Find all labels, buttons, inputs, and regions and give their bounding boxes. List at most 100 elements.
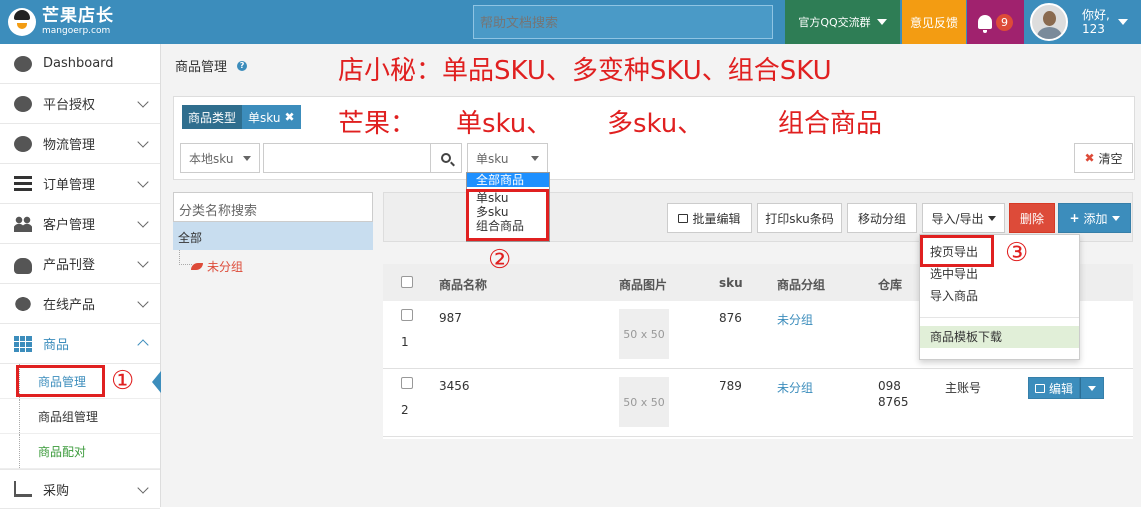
sku-search-input[interactable] [263, 143, 431, 173]
warehouse-line2: 8765 [878, 395, 909, 409]
clear-button[interactable]: ✖ 清空 [1074, 143, 1133, 173]
logo[interactable]: 芒果店长 mangoerp.com [8, 4, 158, 40]
table-row: 2 3456 50 x 50 789 未分组 098 8765 主账号 编辑 [383, 369, 1133, 437]
search-button[interactable] [430, 143, 462, 173]
sidebar-item-products[interactable]: 商品 [0, 324, 160, 364]
highlight-box-1 [16, 365, 105, 397]
notification-count-badge: 9 [996, 13, 1013, 31]
bell-icon [978, 15, 992, 33]
sidebar-item-dashboard[interactable]: Dashboard [0, 44, 160, 84]
chevron-down-icon [531, 155, 539, 161]
top-navbar: 芒果店长 mangoerp.com 官方QQ交流群 意见反馈 9 你好, 123 [0, 0, 1141, 44]
category-all[interactable]: 全部 [173, 222, 373, 250]
product-group-link[interactable]: 未分组 [777, 311, 813, 328]
import-export-button[interactable]: 导入/导出 [922, 203, 1005, 233]
sidebar-item-label: 物流管理 [43, 138, 96, 153]
annotation-line2-c: 组合商品 [778, 109, 883, 139]
chevron-down-icon [987, 215, 996, 221]
globe-icon [14, 135, 32, 152]
list-icon [14, 175, 32, 192]
annotation-line2-b: 多sku、 [607, 109, 704, 139]
clear-label: 清空 [1098, 151, 1123, 166]
plus-icon: + [1069, 211, 1080, 225]
dashboard-icon [14, 55, 32, 72]
annotation-line2-prefix: 芒果： [338, 109, 417, 139]
filter-tag-value: 单sku [248, 110, 281, 125]
local-sku-select[interactable]: 本地sku [180, 143, 260, 173]
sidebar-item-label: 订单管理 [43, 178, 96, 193]
globe-icon [14, 95, 32, 112]
menu-item-import-products[interactable]: 导入商品 [920, 285, 1079, 307]
move-group-button[interactable]: 移动分组 [847, 203, 917, 233]
sidebar-item-label: 采购 [43, 483, 70, 499]
batch-edit-button[interactable]: 批量编辑 [667, 203, 752, 233]
qq-group-button[interactable]: 官方QQ交流群 [785, 0, 900, 44]
column-header: 商品分组 [777, 278, 826, 292]
chevron-down-icon [137, 256, 149, 268]
sidebar-item-label: Dashboard [43, 56, 114, 71]
add-button[interactable]: + 添加 [1058, 203, 1131, 233]
chevron-down-icon [137, 176, 149, 188]
menu-item-template-download[interactable]: 商品模板下载 [920, 326, 1079, 348]
local-sku-select-value: 本地sku [189, 151, 234, 166]
help-search-input[interactable] [473, 5, 773, 39]
help-icon[interactable]: ? [237, 60, 248, 71]
product-image-placeholder: 50 x 50 [619, 309, 669, 359]
row-checkbox[interactable] [401, 377, 413, 389]
chevron-down-icon [137, 482, 149, 494]
breadcrumb: 商品管理 ? [175, 56, 248, 75]
option-all-products[interactable]: 全部商品 [467, 173, 549, 187]
sidebar-subitem-product-groups[interactable]: 商品组管理 [0, 399, 160, 434]
sidebar-item-online-products[interactable]: 在线产品 [0, 284, 160, 324]
search-icon [441, 153, 451, 163]
edit-button[interactable]: 编辑 [1028, 377, 1081, 399]
column-header: 仓库 [878, 278, 903, 292]
sidebar: Dashboard 平台授权 物流管理 订单管理 客户管理 产品刊登 在线产品 … [0, 44, 161, 509]
close-icon[interactable]: ✖ [284, 110, 294, 124]
product-type-select[interactable]: 单sku [467, 143, 548, 173]
product-group-link[interactable]: 未分组 [777, 379, 813, 396]
category-ungrouped[interactable]: 未分组 [173, 250, 373, 275]
filter-tag-key: 商品类型 [182, 105, 243, 129]
notifications-button[interactable]: 9 [967, 0, 1024, 44]
highlight-box-3 [920, 235, 994, 267]
delete-button[interactable]: 删除 [1009, 203, 1055, 233]
chevron-down-icon [137, 136, 149, 148]
product-image-placeholder: 50 x 50 [619, 377, 669, 427]
sidebar-subitem-product-pairing[interactable]: 商品配对 [0, 434, 160, 469]
chevron-down-icon [243, 155, 251, 161]
leaf-icon [191, 263, 203, 270]
product-sku: 789 [719, 379, 742, 393]
user-menu[interactable]: 你好, 123 [1030, 0, 1141, 44]
category-ungrouped-label: 未分组 [207, 260, 244, 274]
sidebar-item-label: 在线产品 [43, 298, 96, 313]
page-title: 商品管理 [175, 60, 228, 75]
row-checkbox[interactable] [401, 309, 413, 321]
category-search-input[interactable]: 分类名称搜索 [173, 192, 373, 222]
active-indicator [152, 371, 161, 393]
print-barcode-button[interactable]: 打印sku条码 [757, 203, 842, 233]
cubes-icon [14, 295, 32, 312]
product-name: 3456 [439, 379, 470, 393]
chevron-up-icon [137, 339, 149, 351]
users-icon [14, 215, 32, 232]
marker-1: ① [111, 366, 135, 396]
sidebar-item-orders[interactable]: 订单管理 [0, 164, 160, 204]
select-all-checkbox[interactable] [401, 276, 413, 288]
grid-icon [14, 335, 32, 352]
sidebar-item-listing[interactable]: 产品刊登 [0, 244, 160, 284]
sidebar-item-platform-auth[interactable]: 平台授权 [0, 84, 160, 124]
sidebar-item-label: 客户管理 [43, 218, 96, 233]
sidebar-item-label: 产品刊登 [43, 258, 96, 273]
marker-2: ② [488, 245, 512, 275]
feedback-button[interactable]: 意见反馈 [902, 0, 966, 44]
sidebar-item-purchase[interactable]: 采购 [0, 469, 160, 509]
row-edit-dropdown[interactable]: 编辑 [1028, 377, 1105, 399]
sidebar-item-customers[interactable]: 客户管理 [0, 204, 160, 244]
chevron-down-icon [1111, 215, 1120, 221]
category-tree: 分类名称搜索 全部 未分组 [173, 192, 373, 492]
sidebar-item-logistics[interactable]: 物流管理 [0, 124, 160, 164]
chevron-down-icon[interactable] [1080, 377, 1105, 399]
close-icon: ✖ [1084, 151, 1095, 165]
column-header: sku [719, 276, 743, 290]
